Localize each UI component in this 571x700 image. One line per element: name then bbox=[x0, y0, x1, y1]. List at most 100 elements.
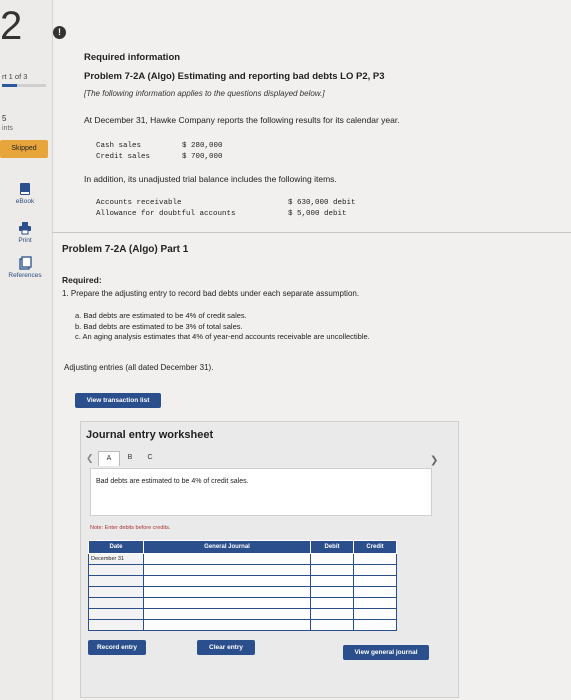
references-button[interactable]: References bbox=[0, 256, 50, 279]
list-item: c. An aging analysis estimates that 4% o… bbox=[75, 332, 370, 341]
print-button[interactable]: Print bbox=[0, 221, 50, 244]
ebook-label: eBook bbox=[15, 198, 35, 205]
list-item: b. Bad debts are estimated to be 3% of t… bbox=[75, 321, 243, 331]
column-header-credit: Credit bbox=[353, 540, 397, 554]
table-row bbox=[88, 575, 397, 587]
column-header-general-journal: General Journal bbox=[143, 540, 311, 554]
journal-table: Date General Journal Debit Credit Decemb… bbox=[88, 540, 397, 631]
points-number: 5 bbox=[2, 114, 7, 123]
entry-description-box bbox=[90, 468, 432, 516]
points-label: ints bbox=[2, 125, 13, 132]
book-icon bbox=[20, 183, 30, 195]
worksheet-tabs: ❮ A B C bbox=[86, 450, 160, 466]
intro-text: At December 31, Hawke Company reports th… bbox=[84, 115, 400, 125]
table-row bbox=[88, 564, 397, 576]
view-general-journal-button[interactable]: View general journal bbox=[343, 645, 429, 660]
section-divider bbox=[52, 232, 571, 233]
required-text: 1. Prepare the adjusting entry to record… bbox=[62, 289, 360, 298]
sales-value: $ 700,000 bbox=[182, 153, 223, 161]
trial-value: $ 630,000 debit bbox=[288, 199, 356, 207]
debit-cell[interactable] bbox=[310, 575, 354, 587]
adjusting-entries-note: Adjusting entries (all dated December 31… bbox=[64, 363, 214, 372]
debit-cell[interactable] bbox=[310, 619, 354, 631]
chevron-right-icon[interactable]: ❯ bbox=[430, 455, 438, 466]
references-icon bbox=[19, 256, 32, 270]
date-cell[interactable] bbox=[88, 619, 144, 631]
account-cell[interactable] bbox=[143, 575, 311, 587]
account-cell[interactable] bbox=[143, 553, 311, 565]
printer-icon bbox=[19, 222, 31, 235]
account-cell[interactable] bbox=[143, 564, 311, 576]
table-row: December 31 bbox=[88, 553, 397, 565]
date-cell[interactable] bbox=[88, 575, 144, 587]
account-cell[interactable] bbox=[143, 608, 311, 620]
tab-c[interactable]: C bbox=[140, 451, 160, 465]
info-note: [The following information applies to th… bbox=[84, 89, 325, 98]
sales-label: Credit sales bbox=[96, 153, 151, 161]
table-row: Allowance for doubtful accounts $ 5,000 … bbox=[96, 210, 360, 219]
credit-cell[interactable] bbox=[353, 597, 397, 609]
progress-bar bbox=[2, 84, 46, 87]
part-label: rt 1 of 3 bbox=[2, 72, 28, 81]
date-cell[interactable] bbox=[88, 597, 144, 609]
debit-cell[interactable] bbox=[310, 608, 354, 620]
list-item: a. Bad debts are estimated to be 4% of c… bbox=[75, 311, 247, 320]
ebook-button[interactable]: eBook bbox=[0, 182, 50, 205]
date-cell[interactable] bbox=[88, 564, 144, 576]
record-entry-button[interactable]: Record entry bbox=[88, 640, 146, 655]
sidebar: 2 rt 1 of 3 5 ints Skipped eBook Print R… bbox=[0, 0, 53, 700]
tab-a[interactable]: A bbox=[98, 450, 120, 466]
date-cell[interactable] bbox=[88, 608, 144, 620]
status-badge[interactable]: Skipped bbox=[0, 140, 48, 158]
assumptions-list: a. Bad debts are estimated to be 4% of c… bbox=[75, 311, 370, 343]
chevron-left-icon[interactable]: ❮ bbox=[86, 453, 98, 464]
debit-cell[interactable] bbox=[310, 553, 354, 565]
column-header-date: Date bbox=[88, 540, 144, 554]
question-number: 2 bbox=[0, 4, 23, 48]
table-row: Accounts receivable $ 630,000 debit bbox=[96, 199, 360, 208]
table-row bbox=[88, 586, 397, 598]
required-information-heading: Required information bbox=[84, 52, 181, 63]
debit-cell[interactable] bbox=[310, 564, 354, 576]
table-row bbox=[88, 619, 397, 631]
sales-value: $ 280,000 bbox=[182, 142, 223, 150]
problem-title: Problem 7-2A (Algo) Estimating and repor… bbox=[84, 71, 385, 82]
credit-cell[interactable] bbox=[353, 586, 397, 598]
debits-note: Note: Enter debits before credits. bbox=[90, 525, 171, 531]
clear-entry-button[interactable]: Clear entry bbox=[197, 640, 255, 655]
account-cell[interactable] bbox=[143, 597, 311, 609]
column-header-debit: Debit bbox=[310, 540, 354, 554]
progress-fill bbox=[2, 84, 17, 87]
table-header-row: Date General Journal Debit Credit bbox=[88, 540, 397, 554]
view-transaction-list-button[interactable]: View transaction list bbox=[75, 393, 161, 408]
alert-icon: ! bbox=[53, 26, 66, 39]
debit-cell[interactable] bbox=[310, 597, 354, 609]
credit-cell[interactable] bbox=[353, 608, 397, 620]
table-row bbox=[88, 597, 397, 609]
references-label: References bbox=[8, 272, 42, 279]
credit-cell[interactable] bbox=[353, 619, 397, 631]
trial-label: Allowance for doubtful accounts bbox=[96, 210, 236, 218]
account-cell[interactable] bbox=[143, 619, 311, 631]
credit-cell[interactable] bbox=[353, 564, 397, 576]
table-row: Cash sales $ 280,000 bbox=[96, 142, 227, 151]
sales-table: Cash sales $ 280,000 Credit sales $ 700,… bbox=[94, 140, 229, 164]
table-row: Credit sales $ 700,000 bbox=[96, 153, 227, 162]
required-heading: Required: bbox=[62, 275, 102, 285]
date-cell[interactable] bbox=[88, 586, 144, 598]
part-title: Problem 7-2A (Algo) Part 1 bbox=[62, 244, 189, 255]
trial-value: $ 5,000 debit bbox=[288, 210, 347, 218]
entry-description: Bad debts are estimated to be 4% of cred… bbox=[96, 478, 249, 485]
trial-label: Accounts receivable bbox=[96, 199, 182, 207]
tab-b[interactable]: B bbox=[120, 451, 140, 465]
date-cell[interactable]: December 31 bbox=[88, 553, 144, 565]
trial-balance-intro: In addition, its unadjusted trial balanc… bbox=[84, 174, 337, 184]
credit-cell[interactable] bbox=[353, 575, 397, 587]
trial-balance-table: Accounts receivable $ 630,000 debit Allo… bbox=[94, 197, 362, 221]
worksheet-title: Journal entry worksheet bbox=[86, 429, 214, 441]
account-cell[interactable] bbox=[143, 586, 311, 598]
sales-label: Cash sales bbox=[96, 142, 142, 150]
debit-cell[interactable] bbox=[310, 586, 354, 598]
table-row bbox=[88, 608, 397, 620]
credit-cell[interactable] bbox=[353, 553, 397, 565]
